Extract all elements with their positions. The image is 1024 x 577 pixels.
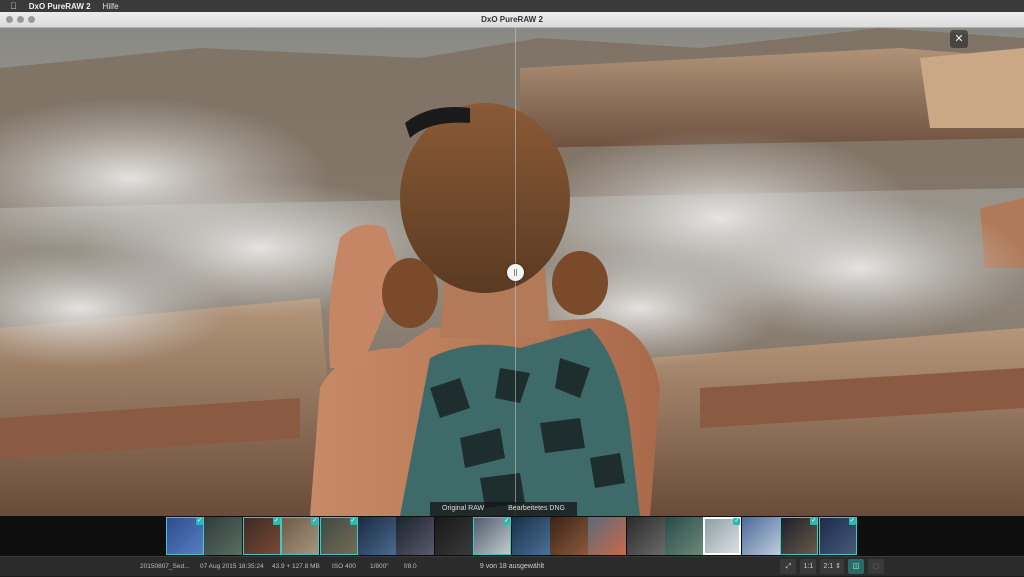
filmstrip-thumbnail[interactable] [741, 517, 780, 555]
filmstrip-thumbnail[interactable]: ✓ [703, 517, 742, 555]
window-title: DxO PureRAW 2 [481, 15, 543, 24]
filmstrip-thumbnail[interactable]: ✓ [818, 517, 857, 555]
compare-view-icon[interactable]: ◫ [848, 559, 864, 574]
filmstrip-thumbnail[interactable] [549, 517, 588, 555]
window-title-bar: DxO PureRAW 2 [0, 12, 1024, 28]
checkmark-icon[interactable]: ✓ [733, 518, 741, 525]
image-viewer[interactable]: ✕ Original RAW Bearbeitetes DNG [0, 28, 1024, 516]
zoom-level-select[interactable]: 2:1 ⇕ [820, 559, 844, 574]
filmstrip-thumbnail[interactable]: ✓ [281, 517, 320, 555]
thumbnail-list: ✓ ✓ ✓ ✓ ✓ ✓ ✓ ✓ [166, 517, 857, 555]
checkmark-icon[interactable]: ✓ [810, 518, 818, 525]
checkmark-icon[interactable]: ✓ [272, 518, 280, 525]
view-tools: ⤢ 1:1 2:1 ⇕ ◫ ▢ [780, 559, 884, 574]
checkmark-icon[interactable]: ✓ [349, 518, 357, 525]
menu-help[interactable]: Hilfe [103, 2, 119, 11]
apple-icon[interactable]:  [10, 0, 17, 12]
filmstrip-thumbnail[interactable] [396, 517, 435, 555]
status-bar: 20150807_Sed... 07 Aug 2015 18:35:24 43.… [0, 556, 1024, 576]
filmstrip-thumbnail[interactable]: ✓ [242, 517, 281, 555]
filmstrip-thumbnail[interactable] [626, 517, 665, 555]
checkmark-icon[interactable]: ✓ [196, 518, 203, 525]
checkmark-icon[interactable]: ✓ [848, 518, 856, 525]
stepper-icon: ⇕ [835, 563, 841, 570]
label-original-raw: Original RAW [430, 502, 497, 516]
drag-grip-icon [514, 269, 517, 276]
close-viewer-button[interactable]: ✕ [950, 30, 968, 48]
compare-labels: Original RAW Bearbeitetes DNG [430, 502, 577, 516]
filmstrip-thumbnail[interactable]: ✓ [780, 517, 819, 555]
fit-screen-icon[interactable]: ⤢ [780, 559, 797, 574]
compare-split-handle[interactable] [507, 264, 524, 281]
filmstrip-thumbnail[interactable] [588, 517, 627, 555]
label-processed-dng: Bearbeitetes DNG [496, 502, 577, 516]
menu-bar:  DxO PureRAW 2 Hilfe [0, 0, 1024, 12]
filmstrip-thumbnail[interactable] [665, 517, 704, 555]
filmstrip-thumbnail[interactable] [357, 517, 396, 555]
filmstrip-thumbnail[interactable]: ✓ [319, 517, 358, 555]
zoom-1-1-button[interactable]: 1:1 [800, 559, 817, 574]
filmstrip-thumbnail[interactable]: ✓ [166, 517, 204, 555]
filmstrip-thumbnail[interactable] [204, 517, 243, 555]
single-view-icon[interactable]: ▢ [868, 559, 884, 574]
filmstrip-thumbnail[interactable] [434, 517, 473, 555]
zoom-level-value: 2:1 [823, 563, 834, 570]
filmstrip: ✓ ✓ ✓ ✓ ✓ ✓ ✓ ✓ [0, 516, 1024, 556]
filmstrip-thumbnail[interactable]: ✓ [473, 517, 512, 555]
menu-app-name[interactable]: DxO PureRAW 2 [29, 2, 91, 11]
filmstrip-thumbnail[interactable] [511, 517, 550, 555]
checkmark-icon[interactable]: ✓ [503, 518, 511, 525]
checkmark-icon[interactable]: ✓ [311, 518, 319, 525]
